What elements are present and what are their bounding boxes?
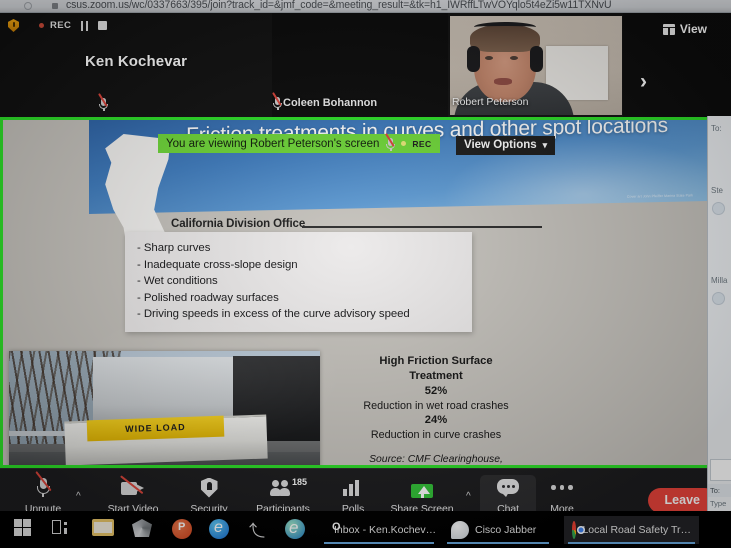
hfst-title-line1: High Friction Surface	[379, 355, 493, 367]
polls-bar-chart-icon	[343, 475, 363, 500]
next-participants-page-button[interactable]: ›	[640, 71, 647, 92]
microphone-muted-icon	[34, 471, 52, 500]
chat-panel-status-text: Ste	[711, 186, 724, 195]
internet-explorer-icon[interactable]	[285, 518, 307, 541]
shield-icon	[8, 19, 19, 32]
recording-dot-icon-banner	[401, 141, 407, 146]
cisco-jabber-icon	[451, 521, 469, 539]
slide-hfst-stats: High Friction Surface Treatment 52% Redu…	[321, 354, 551, 466]
avatar	[712, 292, 725, 305]
mic-muted-icon-banner	[385, 133, 396, 151]
task-view-icon[interactable]	[52, 519, 74, 541]
taskbar-window-cisco-jabber[interactable]: Cisco Jabber	[443, 516, 553, 544]
windows-taskbar: Inbox - Ken.Kochev… Cisco Jabber Local R…	[0, 511, 731, 548]
camera-off-icon	[119, 474, 145, 500]
list-item: - Polished roadway surfaces	[137, 291, 279, 304]
hfst-stat1-label: Reduction in wet road crashes	[363, 399, 509, 412]
video-eye-right	[510, 56, 518, 60]
shield-icon	[200, 475, 218, 500]
stop-recording-button[interactable]	[98, 21, 108, 30]
participants-icon: 185	[270, 475, 307, 500]
screen-photo: csus.zoom.us/wc/0337663/395/join?track_i…	[0, 0, 731, 548]
slide-division-label: California Division Office	[171, 218, 543, 230]
video-headphone-left	[467, 46, 480, 72]
participant-name-coleen-bohannon: Coleen Bohannon	[283, 97, 378, 109]
hfst-stat2-label: Reduction in curve crashes	[370, 428, 502, 441]
url-text[interactable]: csus.zoom.us/wc/0337663/395/join?track_i…	[66, 0, 612, 11]
powerpoint-icon[interactable]	[172, 519, 194, 541]
video-mouth	[494, 78, 512, 85]
list-item: - Inadequate cross-slope design	[137, 258, 298, 271]
google-chrome-icon	[572, 521, 587, 539]
hfst-title-line2: Treatment	[409, 370, 463, 382]
hfst-source: Source: CMF Clearinghouse,	[369, 454, 503, 466]
browser-url-bar[interactable]: csus.zoom.us/wc/0337663/395/join?track_i…	[0, 0, 731, 13]
chat-to-label: To:	[708, 484, 731, 497]
participant-name-robert-peterson: Robert Peterson	[452, 96, 529, 108]
list-item: - Sharp curves	[137, 242, 211, 254]
network-icon[interactable]	[132, 519, 154, 541]
chevron-down-icon: ▾	[542, 139, 548, 150]
microsoft-edge-icon[interactable]	[209, 519, 231, 541]
shared-screen-region: Friction treatments in curves and other …	[0, 117, 722, 468]
participant-gallery: Ken Kochevar Robert Peterson Coleen Boha…	[0, 13, 731, 118]
view-button-label: View	[679, 22, 707, 36]
background-chat-panel[interactable]: To: Ste Milla To: Type	[707, 116, 731, 511]
mic-muted-icon-ken	[98, 93, 109, 111]
video-eye-left	[485, 56, 493, 60]
view-layout-button[interactable]: View	[662, 22, 707, 36]
slide-title-banner: Friction treatments in curves and other …	[89, 120, 707, 214]
hfst-stat2-value: 24%	[424, 414, 448, 427]
mic-muted-icon-coleen	[272, 92, 283, 110]
taskbar-window-label: Cisco Jabber	[475, 524, 537, 536]
avatar	[712, 202, 725, 215]
windows-start-icon[interactable]	[14, 519, 36, 541]
video-headset-band	[474, 22, 536, 32]
taskbar-window-label: Local Road Safety Tr…	[582, 524, 691, 536]
participants-count-badge: 185	[292, 476, 308, 487]
site-info-icon[interactable]	[24, 2, 32, 10]
video-headphone-right	[530, 46, 543, 72]
view-options-button[interactable]: View Options ▾	[456, 136, 556, 155]
hfst-stat1-value: 52%	[424, 385, 448, 397]
taskbar-window-outlook[interactable]: Inbox - Ken.Kochev…	[320, 516, 438, 544]
list-item: - Driving speeds in excess of the curve …	[137, 308, 410, 321]
adobe-acrobat-icon[interactable]	[248, 519, 270, 541]
audio-options-caret-icon[interactable]: ^	[76, 491, 81, 502]
more-dots-icon	[551, 475, 573, 500]
zoom-meeting-window: Ken Kochevar Robert Peterson Coleen Boha…	[0, 13, 731, 524]
screen-share-status-banner: You are viewing Robert Peterson's screen…	[158, 133, 440, 153]
chat-panel-sender-name: Milla	[711, 276, 728, 285]
chat-input-box[interactable]	[710, 459, 731, 481]
bookmark-icon[interactable]	[52, 3, 58, 9]
grid-view-icon	[662, 23, 675, 35]
screen-share-status-text: You are viewing Robert Peterson's screen	[166, 137, 380, 150]
pause-recording-button[interactable]	[81, 20, 89, 31]
file-explorer-icon[interactable]	[92, 519, 114, 541]
chat-panel-partial-text-1: To:	[711, 124, 722, 133]
slide-bullet-list: - Sharp curves - Inadequate cross-slope …	[125, 232, 472, 332]
view-options-label: View Options	[464, 139, 537, 151]
banner-rec-label: REC	[412, 138, 432, 149]
chat-type-hint: Type	[708, 497, 731, 511]
taskbar-window-label: Inbox - Ken.Kochev…	[334, 524, 437, 536]
chat-bubble-icon	[497, 475, 519, 500]
presentation-slide: Friction treatments in curves and other …	[3, 120, 719, 465]
slide-truck-photo: WIDE LOAD	[9, 351, 320, 465]
slide-photo-credit: Cover art John Pfeiffer Marina State Par…	[626, 193, 693, 199]
participant-name-ken-kochevar: Ken Kochevar	[84, 53, 188, 70]
share-options-caret-icon[interactable]: ^	[466, 491, 471, 502]
share-screen-icon	[411, 475, 433, 500]
list-item: - Wet conditions	[137, 275, 218, 288]
recording-indicator-group: REC	[8, 19, 108, 32]
taskbar-window-chrome[interactable]: Local Road Safety Tr…	[564, 516, 699, 544]
recording-dot-icon	[39, 23, 44, 28]
recording-label: REC	[50, 20, 72, 31]
